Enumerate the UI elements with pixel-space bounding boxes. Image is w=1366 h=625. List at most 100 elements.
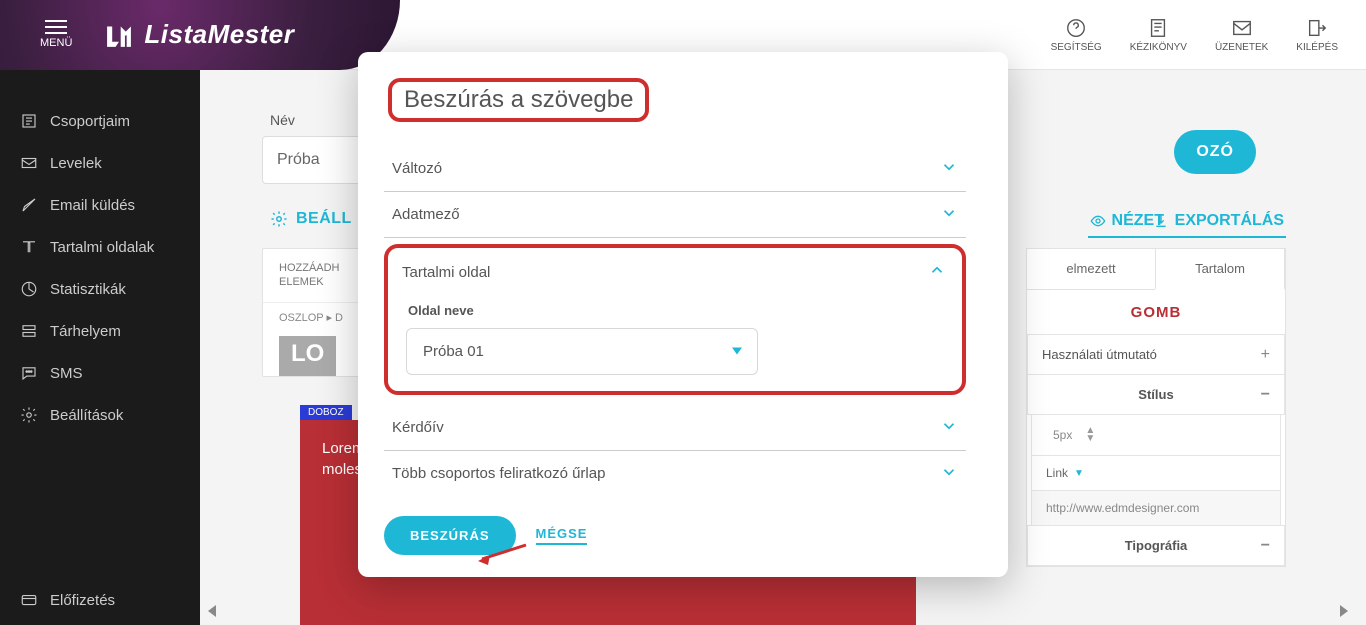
accordion-datafield[interactable]: Adatmező (384, 192, 966, 238)
insert-modal: Beszúrás a szövegbe Változó Adatmező Tar… (358, 52, 1008, 577)
modal-actions: BESZÚRÁS MÉGSE (376, 516, 990, 555)
typography-label: Tipográfia (1125, 538, 1188, 553)
link-label: Link (1046, 466, 1068, 480)
hamburger-icon (45, 20, 67, 34)
minus-icon: − (1261, 386, 1270, 404)
accordion-label: Kérdőív (392, 419, 444, 436)
manual-button[interactable]: KÉZIKÖNYV (1130, 17, 1187, 53)
plus-icon: + (1261, 346, 1270, 364)
sidebar-item-statistics[interactable]: Statisztikák (0, 268, 200, 310)
url-value: http://www.edmdesigner.com (1046, 501, 1199, 515)
sidebar-label: Tartalmi oldalak (50, 239, 154, 256)
panel-head-2: ELEMEK (279, 276, 324, 288)
box-badge: DOBOZ (300, 405, 352, 420)
help-label: SEGÍTSÉG (1051, 42, 1102, 53)
export-link[interactable]: EXPORTÁLÁS (1151, 206, 1286, 238)
sidebar-label: Csoportjaim (50, 113, 130, 130)
sidebar-label: SMS (50, 365, 83, 382)
accordion-label: Adatmező (392, 206, 460, 223)
padding-control[interactable]: 5px ▲▼ (1031, 414, 1281, 456)
sidebar-item-email-send[interactable]: Email küldés (0, 184, 200, 226)
messages-button[interactable]: ÜZENETEK (1215, 17, 1268, 53)
logout-button[interactable]: KILÉPÉS (1296, 17, 1338, 53)
url-field[interactable]: http://www.edmdesigner.com (1031, 490, 1281, 526)
messages-label: ÜZENETEK (1215, 42, 1268, 53)
component-title: GOMB (1027, 290, 1285, 335)
chevron-down-icon (940, 158, 958, 180)
help-icon (1065, 17, 1087, 39)
sidebar-label: Levelek (50, 155, 102, 172)
logout-icon (1306, 17, 1328, 39)
insert-button[interactable]: BESZÚRÁS (384, 516, 516, 555)
page-select[interactable]: Próba 01 (406, 328, 758, 375)
tab-content[interactable]: Tartalom (1155, 249, 1285, 290)
panel-head-1: HOZZÁADH (279, 262, 340, 274)
typography-section-header[interactable]: Tipográfia − (1027, 525, 1285, 566)
sidebar-label: Statisztikák (50, 281, 126, 298)
chevron-down-icon (940, 417, 958, 439)
page-name-label: Oldal neve (408, 303, 948, 318)
scroll-left-icon[interactable] (208, 605, 216, 617)
sidebar-label: Email küldés (50, 197, 135, 214)
name-field-label: Név (270, 112, 295, 128)
accordion-label: Tartalmi oldal (402, 264, 490, 281)
link-type-control[interactable]: Link ▼ (1031, 455, 1281, 491)
sidebar-label: Tárhelyem (50, 323, 121, 340)
accordion-content-page[interactable]: Tartalmi oldal (396, 252, 954, 291)
accordion-variable[interactable]: Változó (384, 146, 966, 192)
cancel-button[interactable]: MÉGSE (536, 526, 588, 545)
accordion-survey[interactable]: Kérdőív (384, 405, 966, 451)
settings-text: BEÁLL (296, 210, 352, 228)
chevron-down-icon (940, 463, 958, 485)
chevron-down-icon: ▼ (1074, 468, 1084, 479)
element-preview-text: LO (279, 336, 336, 376)
topbar-brand-area: MENÜ ListaMester (0, 0, 400, 70)
dropdown-caret-icon (731, 343, 743, 360)
padding-value: 5px (1046, 425, 1079, 445)
usage-label: Használati útmutató (1042, 347, 1157, 362)
menu-button[interactable]: MENÜ (40, 20, 72, 49)
settings-link[interactable]: BEÁLL (270, 210, 352, 228)
sidebar-label: Előfizetés (50, 592, 115, 609)
pill-text: OZÓ (1196, 143, 1234, 161)
accordion-label: Több csoportos feliratkozó űrlap (392, 465, 605, 482)
book-icon (1147, 17, 1169, 39)
accordion-body: Oldal neve Próba 01 (396, 291, 954, 375)
chevron-down-icon (940, 204, 958, 226)
sidebar-item-letters[interactable]: Levelek (0, 142, 200, 184)
name-field-value: Próba (277, 151, 320, 169)
chevron-up-icon (928, 261, 946, 283)
accordion-multi-signup[interactable]: Több csoportos feliratkozó űrlap (384, 451, 966, 496)
style-label: Stílus (1138, 387, 1173, 402)
manual-label: KÉZIKÖNYV (1130, 42, 1187, 53)
sidebar-item-subscription[interactable]: Előfizetés (20, 591, 180, 609)
scroll-right-icon[interactable] (1340, 605, 1348, 617)
logo-text: ListaMester (144, 19, 294, 50)
export-text: EXPORTÁLÁS (1175, 212, 1284, 230)
tab-default[interactable]: elmezett (1027, 249, 1155, 289)
app-logo[interactable]: ListaMester (102, 18, 294, 52)
topbar-actions: SEGÍTSÉG KÉZIKÖNYV ÜZENETEK KILÉPÉS (1051, 17, 1366, 53)
logo-icon (102, 18, 136, 52)
accordion-label: Változó (392, 160, 442, 177)
modal-title: Beszúrás a szövegbe (388, 78, 649, 122)
menu-label: MENÜ (40, 37, 72, 49)
sidebar-item-groups[interactable]: Csoportjaim (0, 100, 200, 142)
stepper-icon[interactable]: ▲▼ (1085, 427, 1095, 443)
logout-label: KILÉPÉS (1296, 42, 1338, 53)
sidebar-item-content-pages[interactable]: Tartalmi oldalak (0, 226, 200, 268)
properties-tabs: elmezett Tartalom (1027, 249, 1285, 290)
mail-icon (1231, 17, 1253, 39)
action-pill[interactable]: OZÓ (1174, 130, 1256, 174)
sidebar-item-settings[interactable]: Beállítások (0, 394, 200, 436)
help-button[interactable]: SEGÍTSÉG (1051, 17, 1102, 53)
usage-guide-row[interactable]: Használati útmutató + (1027, 334, 1285, 375)
style-section-header[interactable]: Stílus − (1027, 374, 1285, 415)
sidebar-label: Beállítások (50, 407, 123, 424)
page-select-value: Próba 01 (423, 343, 484, 360)
modal-title-wrap: Beszúrás a szövegbe (388, 78, 966, 122)
minus-icon: − (1261, 537, 1270, 555)
sidebar-item-storage[interactable]: Tárhelyem (0, 310, 200, 352)
properties-panel: elmezett Tartalom GOMB Használati útmuta… (1026, 248, 1286, 567)
sidebar-item-sms[interactable]: SMS (0, 352, 200, 394)
